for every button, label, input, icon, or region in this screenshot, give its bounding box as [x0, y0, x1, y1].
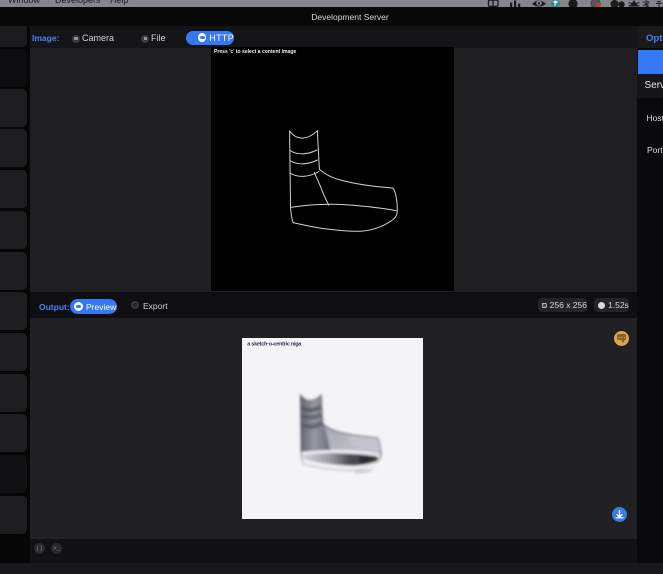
svg-text:a sketch·o-centric niga: a sketch·o-centric niga	[247, 341, 302, 347]
